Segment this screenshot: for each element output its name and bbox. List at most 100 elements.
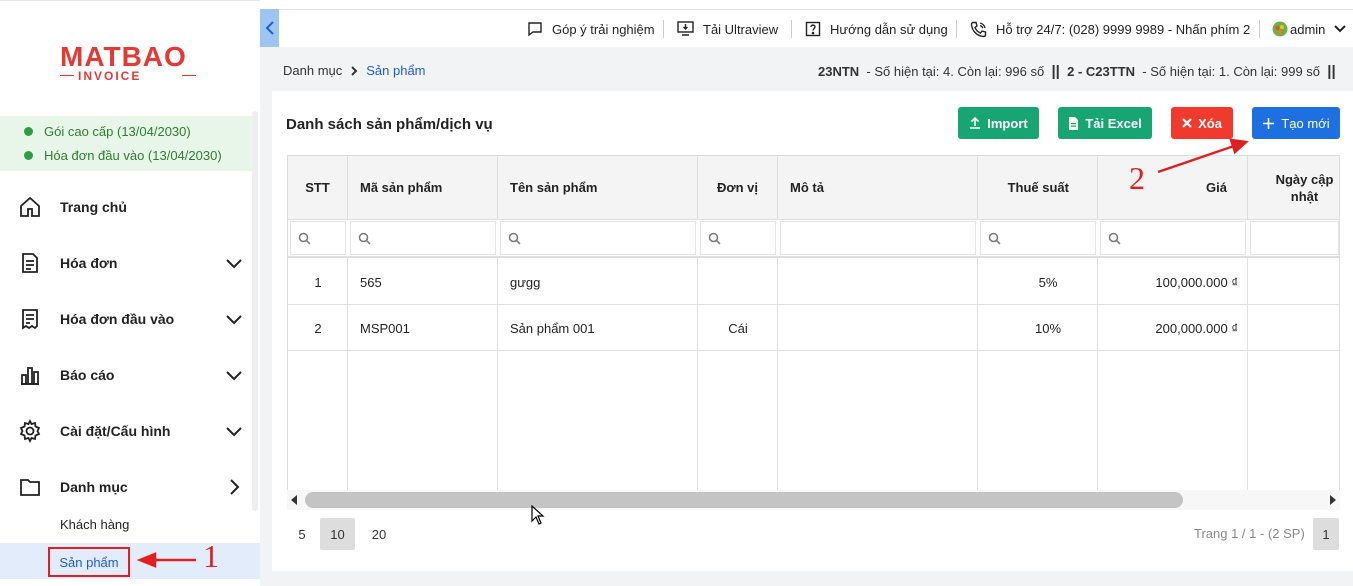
search-icon xyxy=(708,232,721,245)
header-name[interactable]: Tên sản phẩm xyxy=(498,156,698,220)
sidebar-collapse-button[interactable] xyxy=(260,9,279,47)
cell-tax: 10% xyxy=(1034,321,1062,336)
sidebar-item-catalog[interactable]: Danh mục xyxy=(18,472,244,502)
package-label: Hóa đơn đầu vào (13/04/2030) xyxy=(44,148,222,163)
logo-line-left xyxy=(60,75,74,76)
series-counter: - Số hiện tại: 1. Còn lại: 999 số xyxy=(1142,64,1321,79)
series-code: 23NTN xyxy=(818,64,860,79)
sidebar-item-label: Cài đặt/Cấu hình xyxy=(60,423,171,439)
page-size-5[interactable]: 5 xyxy=(290,518,314,550)
cell-unit: Cái xyxy=(728,321,748,336)
annotation-number-1: 1 xyxy=(203,538,219,574)
chevron-down-icon xyxy=(1334,25,1347,33)
table-row[interactable]: 1 565 gưgg 5% 100,000.000 ₫ xyxy=(288,259,1339,305)
sidebar-item-report[interactable]: Báo cáo xyxy=(18,360,244,390)
support-label: Hỗ trợ 24/7: (028) 9999 9989 - Nhấn phím… xyxy=(996,22,1251,37)
filter-desc[interactable] xyxy=(778,220,978,258)
chevron-down-icon xyxy=(226,371,242,381)
topbar-divider xyxy=(956,20,957,38)
home-icon xyxy=(20,196,40,217)
sidebar-subitem-customers[interactable]: Khách hàng xyxy=(60,517,129,532)
breadcrumb-current: Sản phẩm xyxy=(366,63,426,78)
annotation-number-2: 2 xyxy=(1129,160,1145,196)
series-code: C23TTN xyxy=(1085,64,1136,79)
ultraview-link[interactable]: Tải Ultraview xyxy=(677,21,778,37)
scrollbar-thumb[interactable] xyxy=(305,492,1183,508)
cell-code: MSP001 xyxy=(360,321,410,336)
status-dot xyxy=(24,127,33,136)
header-unit[interactable]: Đơn vị xyxy=(698,156,778,220)
search-icon xyxy=(508,232,521,245)
chevron-down-icon xyxy=(226,427,242,437)
excel-label: Tải Excel xyxy=(1085,115,1142,131)
sidebar-item-invoice[interactable]: Hóa đơn xyxy=(18,248,244,278)
filter-unit[interactable] xyxy=(698,220,778,258)
feedback-link[interactable]: Góp ý trải nghiệm xyxy=(527,21,655,37)
phone-icon xyxy=(970,21,987,38)
sidebar-subitem-products[interactable]: Sản phẩm xyxy=(48,547,130,577)
page-size-20[interactable]: 20 xyxy=(365,518,393,550)
sidebar-item-label: Báo cáo xyxy=(60,367,115,383)
sidebar-item-label: Hóa đơn đầu vào xyxy=(60,311,175,327)
page-number-button[interactable]: 1 xyxy=(1313,518,1339,550)
matbao-logo[interactable]: MATBAO INVOICE xyxy=(60,41,200,86)
series-index: 2 xyxy=(1067,64,1075,79)
filter-code[interactable] xyxy=(348,220,498,258)
header-desc[interactable]: Mô tả xyxy=(778,156,978,220)
create-button[interactable]: Tạo mới xyxy=(1252,107,1340,139)
package-label: Gói cao cấp (13/04/2030) xyxy=(44,124,191,139)
cell-code: 565 xyxy=(360,275,382,290)
import-button[interactable]: Import xyxy=(958,107,1039,139)
header-price[interactable]: Giá xyxy=(1098,156,1248,220)
package-item: Hóa đơn đầu vào (13/04/2030) xyxy=(24,148,222,163)
help-icon xyxy=(805,21,821,37)
header-tax[interactable]: Thuế suất xyxy=(978,156,1098,220)
bar-chart-icon xyxy=(21,367,39,385)
table-row[interactable]: 2 MSP001 Sản phẩm 001 Cái 10% 200,000.00… xyxy=(288,305,1339,351)
filter-price[interactable] xyxy=(1098,220,1248,258)
download-monitor-icon xyxy=(677,21,694,36)
breadcrumb-parent[interactable]: Danh mục xyxy=(283,63,342,78)
ultraview-label: Tải Ultraview xyxy=(703,21,779,37)
filter-date[interactable] xyxy=(1248,220,1339,258)
search-icon xyxy=(1108,232,1121,245)
scroll-right-arrow-icon[interactable] xyxy=(1329,495,1336,505)
support-link[interactable]: Hỗ trợ 24/7: (028) 9999 9989 - Nhấn phím… xyxy=(970,21,1250,38)
filter-name[interactable] xyxy=(498,220,698,258)
table-horizontal-scrollbar[interactable] xyxy=(287,490,1340,510)
guide-label: Hướng dẫn sử dụng xyxy=(830,21,948,37)
search-icon xyxy=(298,232,311,245)
delete-button[interactable]: Xóa xyxy=(1171,107,1233,139)
sidebar-item-input-invoice[interactable]: Hóa đơn đầu vào xyxy=(18,304,244,334)
header-stt[interactable]: STT xyxy=(288,156,348,220)
filter-stt[interactable] xyxy=(288,220,348,258)
filter-tax[interactable] xyxy=(978,220,1098,258)
sidebar-item-label: Hóa đơn xyxy=(60,255,118,271)
page-size-10[interactable]: 10 xyxy=(320,518,355,550)
sidebar-item-settings[interactable]: Cài đặt/Cấu hình xyxy=(18,416,244,446)
package-item: Gói cao cấp (13/04/2030) xyxy=(24,124,191,139)
folder-icon xyxy=(20,479,40,496)
upload-icon xyxy=(970,117,981,129)
close-icon xyxy=(1182,118,1192,128)
guide-link[interactable]: Hướng dẫn sử dụng xyxy=(805,21,948,37)
receipt-icon xyxy=(22,309,38,330)
cell-name: Sản phẩm 001 xyxy=(510,321,595,336)
breadcrumb: Danh mục Sản phẩm xyxy=(283,63,426,78)
logo-sub: INVOICE xyxy=(78,69,142,83)
cell-price: 100,000.000 ₫ xyxy=(1155,275,1238,290)
page-title: Danh sách sản phẩm/dịch vụ xyxy=(286,116,493,133)
cell-stt: 2 xyxy=(314,321,322,336)
user-menu[interactable]: admin xyxy=(1272,21,1347,37)
header-code[interactable]: Mã sản phẩm xyxy=(348,156,498,220)
chat-icon xyxy=(528,22,542,37)
download-excel-button[interactable]: Tải Excel xyxy=(1058,107,1152,139)
sidebar-scrollbar[interactable] xyxy=(252,111,258,511)
scroll-left-arrow-icon[interactable] xyxy=(291,495,298,505)
feedback-label: Góp ý trải nghiệm xyxy=(552,21,655,37)
sidebar-item-home[interactable]: Trang chủ xyxy=(18,192,244,222)
logo-line-right xyxy=(182,75,196,76)
header-date-label: Ngày cập nhật xyxy=(1275,171,1334,204)
sidebar-subitem-active-bg xyxy=(0,543,260,579)
header-date[interactable]: Ngày cập nhật xyxy=(1248,156,1339,220)
